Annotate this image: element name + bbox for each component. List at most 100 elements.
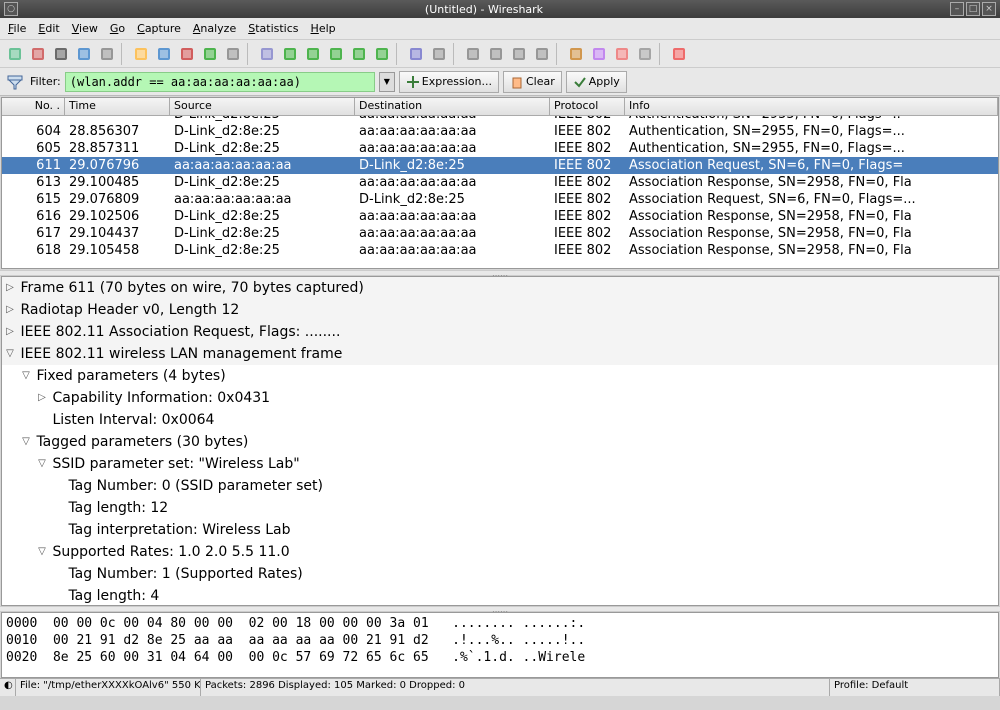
- goto-icon[interactable]: [325, 43, 347, 65]
- menu-bar: FileEditViewGoCaptureAnalyzeStatisticsHe…: [0, 18, 1000, 40]
- find-icon[interactable]: [256, 43, 278, 65]
- packet-details-pane[interactable]: ▷ Frame 611 (70 bytes on wire, 70 bytes …: [1, 276, 999, 606]
- maximize-button[interactable]: □: [966, 2, 980, 16]
- app-menu-icon[interactable]: ○: [4, 2, 18, 16]
- help-icon[interactable]: [668, 43, 690, 65]
- packet-row[interactable]: 60528.857311D-Link_d2:8e:25aa:aa:aa:aa:a…: [2, 140, 998, 157]
- clear-button[interactable]: Clear: [503, 71, 562, 93]
- menu-analyze[interactable]: Analyze: [187, 20, 242, 37]
- expand-icon[interactable]: [36, 409, 48, 431]
- back-icon[interactable]: [279, 43, 301, 65]
- zoom-reset-icon[interactable]: [508, 43, 530, 65]
- resize-cols-icon[interactable]: [531, 43, 553, 65]
- detail-row[interactable]: Tag Number: 1 (Supported Rates): [2, 563, 998, 585]
- detail-row[interactable]: ▷ Radiotap Header v0, Length 12: [2, 299, 998, 321]
- filter-label: Filter:: [30, 75, 61, 88]
- detail-row[interactable]: ▽ Supported Rates: 1.0 2.0 5.5 11.0: [2, 541, 998, 563]
- menu-file[interactable]: File: [2, 20, 32, 37]
- col-protocol: Protocol: [550, 98, 625, 115]
- close-window-button[interactable]: ×: [982, 2, 996, 16]
- packet-list-pane[interactable]: No. . Time Source Destination Protocol I…: [1, 97, 999, 269]
- expand-icon[interactable]: ▽: [20, 431, 32, 453]
- expand-icon[interactable]: [52, 497, 64, 519]
- forward-icon[interactable]: [302, 43, 324, 65]
- expand-icon[interactable]: [52, 475, 64, 497]
- window-titlebar: ○ (Untitled) - Wireshark – □ ×: [0, 0, 1000, 18]
- interfaces-icon[interactable]: [4, 43, 26, 65]
- detail-row[interactable]: ▷ Capability Information: 0x0431: [2, 387, 998, 409]
- detail-row[interactable]: ▽ IEEE 802.11 wireless LAN management fr…: [2, 343, 998, 365]
- capture-filters-icon[interactable]: [565, 43, 587, 65]
- save-icon[interactable]: [153, 43, 175, 65]
- reload-icon[interactable]: [199, 43, 221, 65]
- filter-icon[interactable]: [4, 71, 26, 93]
- expand-icon[interactable]: ▽: [20, 365, 32, 387]
- detail-row[interactable]: ▽ Fixed parameters (4 bytes): [2, 365, 998, 387]
- detail-row[interactable]: Tag interpretation: Wireless Lab: [2, 519, 998, 541]
- preferences-icon[interactable]: [634, 43, 656, 65]
- expand-icon[interactable]: [52, 563, 64, 585]
- expand-icon[interactable]: ▽: [4, 343, 16, 365]
- menu-statistics[interactable]: Statistics: [242, 20, 304, 37]
- expand-icon[interactable]: ▽: [36, 453, 48, 475]
- menu-view[interactable]: View: [66, 20, 104, 37]
- expand-icon[interactable]: ▷: [36, 387, 48, 409]
- display-filters-icon[interactable]: [588, 43, 610, 65]
- open-icon[interactable]: [130, 43, 152, 65]
- detail-row[interactable]: ▽ SSID parameter set: "Wireless Lab": [2, 453, 998, 475]
- packet-row[interactable]: 60428.856307D-Link_d2:8e:25aa:aa:aa:aa:a…: [2, 123, 998, 140]
- detail-row[interactable]: ▷ Frame 611 (70 bytes on wire, 70 bytes …: [2, 277, 998, 299]
- packet-row[interactable]: 61529.076809aa:aa:aa:aa:aa:aaD-Link_d2:8…: [2, 191, 998, 208]
- main-toolbar: [0, 40, 1000, 68]
- apply-button[interactable]: Apply: [566, 71, 627, 93]
- packet-row[interactable]: 61629.102506D-Link_d2:8e:25aa:aa:aa:aa:a…: [2, 208, 998, 225]
- packet-row[interactable]: 61829.105458D-Link_d2:8e:25aa:aa:aa:aa:a…: [2, 242, 998, 259]
- autoscroll-icon[interactable]: [428, 43, 450, 65]
- detail-row[interactable]: Tag Number: 0 (SSID parameter set): [2, 475, 998, 497]
- col-no: No. .: [2, 98, 65, 115]
- packet-list-header[interactable]: No. . Time Source Destination Protocol I…: [2, 98, 998, 116]
- expand-icon[interactable]: ▷: [4, 277, 16, 299]
- packet-row[interactable]: D-Link_d2:8e:25aa:aa:aa:aa:aa:aaIEEE 802…: [2, 116, 998, 123]
- detail-row[interactable]: ▷ IEEE 802.11 Association Request, Flags…: [2, 321, 998, 343]
- capture-stop-icon[interactable]: [50, 43, 72, 65]
- expression-button[interactable]: Expression...: [399, 71, 499, 93]
- packet-bytes-pane[interactable]: 0000 00 00 0c 00 04 80 00 00 02 00 18 00…: [1, 612, 999, 678]
- close-icon[interactable]: [176, 43, 198, 65]
- zoom-out-icon[interactable]: [485, 43, 507, 65]
- minimize-button[interactable]: –: [950, 2, 964, 16]
- menu-capture[interactable]: Capture: [131, 20, 187, 37]
- packet-row[interactable]: 61329.100485D-Link_d2:8e:25aa:aa:aa:aa:a…: [2, 174, 998, 191]
- expand-icon[interactable]: ▽: [36, 541, 48, 563]
- status-file: File: "/tmp/etherXXXXkOAlv6" 550 K...: [16, 679, 201, 696]
- filter-dropdown[interactable]: ▼: [379, 72, 395, 92]
- menu-edit[interactable]: Edit: [32, 20, 65, 37]
- capture-options-icon[interactable]: [96, 43, 118, 65]
- detail-row[interactable]: Tag length: 4: [2, 585, 998, 606]
- detail-row[interactable]: Tag length: 12: [2, 497, 998, 519]
- menu-help[interactable]: Help: [305, 20, 342, 37]
- status-profile[interactable]: Profile: Default: [830, 679, 1000, 696]
- detail-row[interactable]: Listen Interval: 0x0064: [2, 409, 998, 431]
- print-icon[interactable]: [222, 43, 244, 65]
- filter-input[interactable]: [65, 72, 375, 92]
- expand-icon[interactable]: ▷: [4, 299, 16, 321]
- colorize-icon[interactable]: [405, 43, 427, 65]
- last-icon[interactable]: [371, 43, 393, 65]
- detail-row[interactable]: ▽ Tagged parameters (30 bytes): [2, 431, 998, 453]
- expert-info-icon[interactable]: ◐: [0, 679, 16, 696]
- col-time: Time: [65, 98, 170, 115]
- col-info: Info: [625, 98, 998, 115]
- menu-go[interactable]: Go: [104, 20, 131, 37]
- first-icon[interactable]: [348, 43, 370, 65]
- expand-icon[interactable]: [52, 585, 64, 606]
- expand-icon[interactable]: [52, 519, 64, 541]
- status-bar: ◐ File: "/tmp/etherXXXXkOAlv6" 550 K... …: [0, 678, 1000, 696]
- expand-icon[interactable]: ▷: [4, 321, 16, 343]
- packet-row[interactable]: 61729.104437D-Link_d2:8e:25aa:aa:aa:aa:a…: [2, 225, 998, 242]
- coloring-rules-icon[interactable]: [611, 43, 633, 65]
- packet-row[interactable]: 61129.076796aa:aa:aa:aa:aa:aaD-Link_d2:8…: [2, 157, 998, 174]
- capture-start-icon[interactable]: [27, 43, 49, 65]
- capture-restart-icon[interactable]: [73, 43, 95, 65]
- zoom-in-icon[interactable]: [462, 43, 484, 65]
